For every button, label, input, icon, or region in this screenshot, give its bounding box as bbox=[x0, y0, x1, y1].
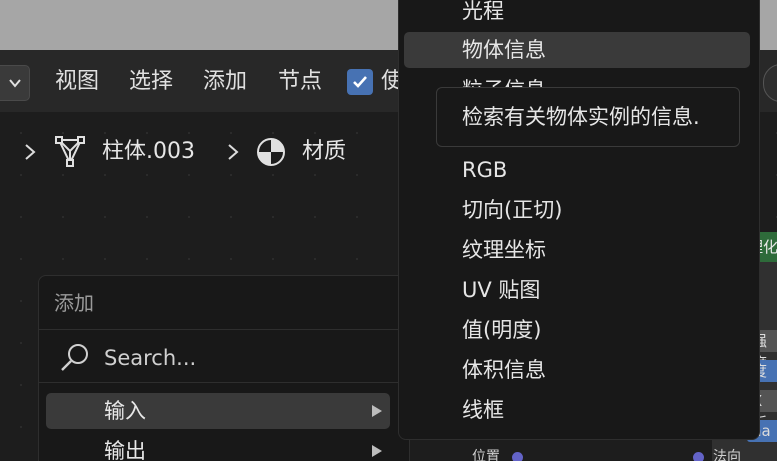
submenu-item-object-info[interactable]: 物体信息 bbox=[462, 32, 546, 68]
divider bbox=[38, 382, 408, 383]
node-socket[interactable] bbox=[693, 452, 704, 461]
add-menu-title: 添加 bbox=[54, 291, 94, 315]
socket-label: 法向 bbox=[713, 449, 741, 461]
submenu-item[interactable]: 线框 bbox=[462, 392, 504, 428]
editor-type-dropdown[interactable] bbox=[0, 65, 30, 101]
search-input[interactable]: Search... bbox=[104, 342, 196, 374]
check-icon bbox=[353, 76, 367, 88]
menu-node[interactable]: 节点 bbox=[278, 66, 322, 98]
breadcrumb-object[interactable]: 柱体.003 bbox=[102, 134, 195, 170]
submenu-arrow-icon bbox=[372, 445, 382, 457]
breadcrumb-material[interactable]: 材质 bbox=[302, 134, 346, 170]
menu-select[interactable]: 选择 bbox=[129, 66, 173, 98]
submenu-item[interactable]: 体积信息 bbox=[462, 352, 546, 388]
menu-view[interactable]: 视图 bbox=[55, 66, 99, 98]
node-editor-screen: 视图 选择 添加 节点 使 柱体.003 材质 理化 强度 度 X 折 ha 位… bbox=[0, 0, 777, 461]
divider bbox=[38, 329, 408, 330]
submenu-item[interactable]: 光程 bbox=[462, 0, 504, 29]
submenu-item[interactable]: 切向(正切) bbox=[462, 192, 562, 228]
socket-label: 位置 bbox=[472, 449, 500, 461]
node-socket[interactable] bbox=[512, 452, 523, 461]
submenu-item[interactable]: 纹理坐标 bbox=[462, 232, 546, 268]
add-menu-item-input[interactable] bbox=[46, 393, 390, 429]
submenu-item[interactable]: 值(明度) bbox=[462, 312, 541, 348]
submenu-item[interactable]: UV 贴图 bbox=[462, 272, 540, 308]
chevron-down-icon bbox=[9, 79, 21, 88]
mesh-icon bbox=[55, 136, 85, 167]
menu-add[interactable]: 添加 bbox=[203, 66, 247, 98]
material-icon bbox=[257, 138, 285, 166]
add-menu-item-output[interactable]: 输出 bbox=[104, 435, 146, 461]
tooltip-text: 检索有关物体实例的信息. bbox=[462, 105, 700, 129]
submenu-arrow-icon bbox=[372, 405, 382, 417]
use-nodes-checkbox[interactable] bbox=[347, 69, 373, 95]
submenu-highlight bbox=[404, 32, 750, 68]
add-menu-item-label: 输入 bbox=[104, 399, 146, 423]
submenu-item[interactable]: RGB bbox=[462, 152, 507, 188]
chevron-right-icon bbox=[228, 144, 239, 160]
search-icon bbox=[61, 344, 88, 371]
chevron-right-icon bbox=[25, 144, 36, 160]
